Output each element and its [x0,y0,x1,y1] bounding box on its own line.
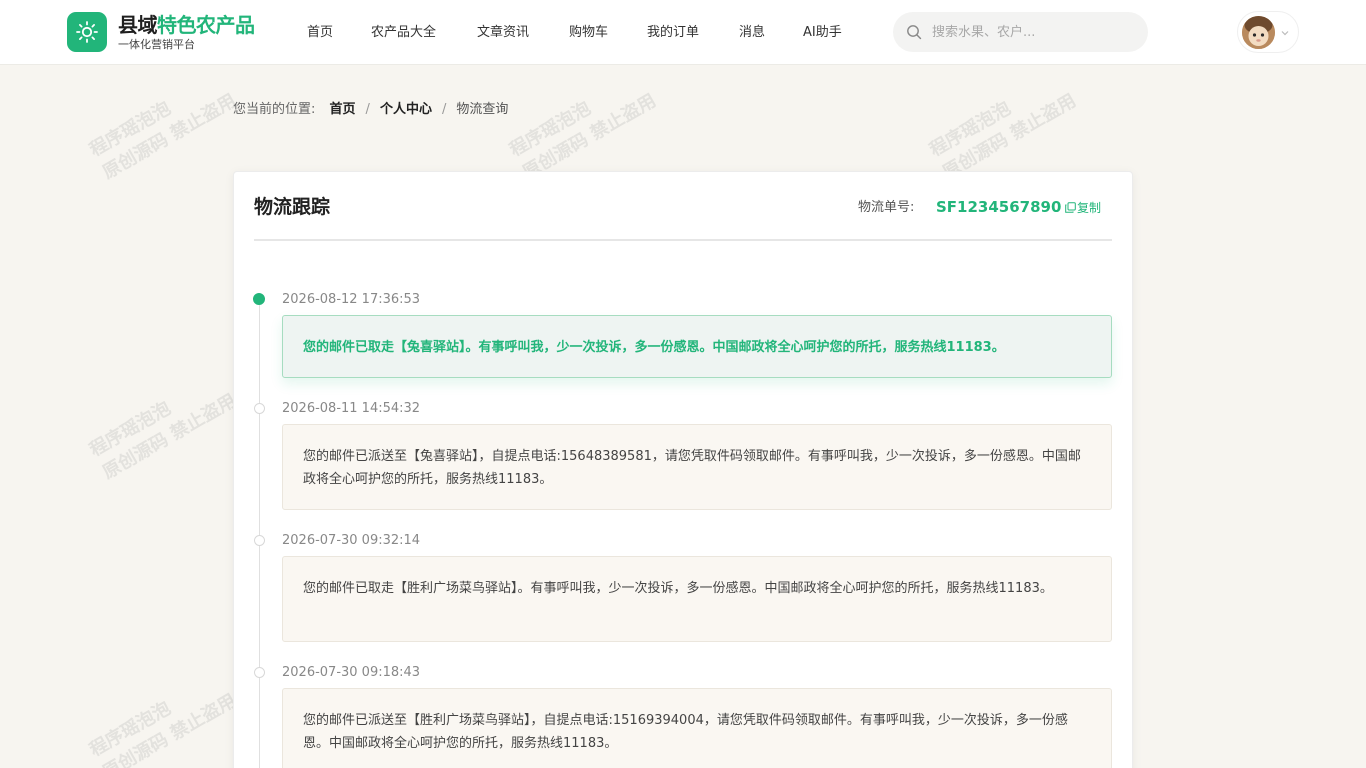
brand-title-part1: 县域 [118,13,158,37]
search-input[interactable] [932,21,1132,43]
brand-title: 县域特色农产品 [118,13,255,37]
timeline-message: 您的邮件已取走【兔喜驿站】。有事呼叫我，少一次投诉，多一份感恩。中国邮政将全心呵… [282,315,1112,378]
chevron-down-icon [1281,31,1289,36]
watermark-line1: 程序瑶泡泡 [86,97,175,161]
nav-item-home[interactable]: 首页 [307,22,333,44]
breadcrumb-separator: / [365,102,370,117]
tracking-number: SF1234567890 [936,198,1062,216]
tracking-title: 物流跟踪 [254,196,331,218]
copy-button[interactable]: 复制 [1065,198,1101,218]
search-icon [907,25,922,40]
card-divider [254,239,1112,241]
logo[interactable] [67,12,107,52]
copy-button-label: 复制 [1077,201,1102,215]
breadcrumb-prefix: 您当前的位置: [233,102,316,117]
watermark-line2: 原创源码 禁止盗用 [99,390,240,484]
watermark: 程序瑶泡泡原创源码 禁止盗用 [505,66,661,186]
timeline-line [259,300,260,768]
watermark: 程序瑶泡泡原创源码 禁止盗用 [85,66,241,186]
timeline-message: 您的邮件已取走【胜利广场菜鸟驿站】。有事呼叫我，少一次投诉，多一份感恩。中国邮政… [282,556,1112,642]
tracking-card: 物流跟踪 物流单号: SF1234567890 复制 2026-08-12 17… [233,171,1133,768]
nav-item-articles[interactable]: 文章资讯 [477,22,529,44]
copy-icon [1065,202,1076,213]
brand-title-part2: 特色农产品 [157,13,255,37]
timeline-time: 2026-07-30 09:32:14 [282,533,421,548]
search-box[interactable] [893,12,1148,52]
avatar-image [1242,16,1275,49]
nav-item-products[interactable]: 农产品大全 [371,22,436,44]
timeline-time: 2026-08-11 14:54:32 [282,401,421,416]
timeline-time: 2026-07-30 09:18:43 [282,665,421,680]
brand[interactable]: 县域特色农产品 一体化营销平台 [118,13,255,51]
watermark-line1: 程序瑶泡泡 [86,397,175,461]
tracking-number-label: 物流单号: [858,200,915,215]
brand-subtitle: 一体化营销平台 [118,38,195,51]
watermark-line2: 原创源码 禁止盗用 [99,90,240,184]
timeline-dot-active [253,293,265,305]
timeline-message: 您的邮件已派送至【兔喜驿站】，自提点电话:15648389581，请您凭取件码领… [282,424,1112,510]
watermark: 程序瑶泡泡原创源码 禁止盗用 [925,66,1081,186]
user-menu[interactable] [1237,11,1299,53]
breadcrumb: 您当前的位置: 首页 / 个人中心 / 物流查询 [233,100,508,120]
nav-item-ai-assistant[interactable]: AI助手 [803,22,842,44]
watermark-line1: 程序瑶泡泡 [506,97,595,161]
sun-icon [76,21,98,43]
timeline-dot [254,403,265,414]
watermark-line1: 程序瑶泡泡 [926,97,1015,161]
timeline-dot [254,535,265,546]
nav-item-orders[interactable]: 我的订单 [647,22,699,44]
avatar [1242,16,1275,49]
nav-item-messages[interactable]: 消息 [739,22,765,44]
breadcrumb-user-center[interactable]: 个人中心 [380,102,432,117]
timeline-time: 2026-08-12 17:36:53 [282,292,421,307]
breadcrumb-separator: / [441,102,447,117]
watermark: 程序瑶泡泡原创源码 禁止盗用 [85,666,241,768]
watermark-line2: 原创源码 禁止盗用 [99,690,240,768]
nav-item-cart[interactable]: 购物车 [569,22,608,44]
breadcrumb-current: 物流查询 [456,102,509,117]
breadcrumb-home[interactable]: 首页 [330,102,356,117]
timeline-message: 您的邮件已派送至【胜利广场菜鸟驿站】，自提点电话:15169394004，请您凭… [282,688,1112,768]
watermark-line1: 程序瑶泡泡 [86,697,175,761]
watermark: 程序瑶泡泡原创源码 禁止盗用 [85,366,241,486]
top-header: 县域特色农产品 一体化营销平台 首页 农产品大全 文章资讯 购物车 我的订单 消… [0,0,1366,65]
timeline-dot [254,667,265,678]
